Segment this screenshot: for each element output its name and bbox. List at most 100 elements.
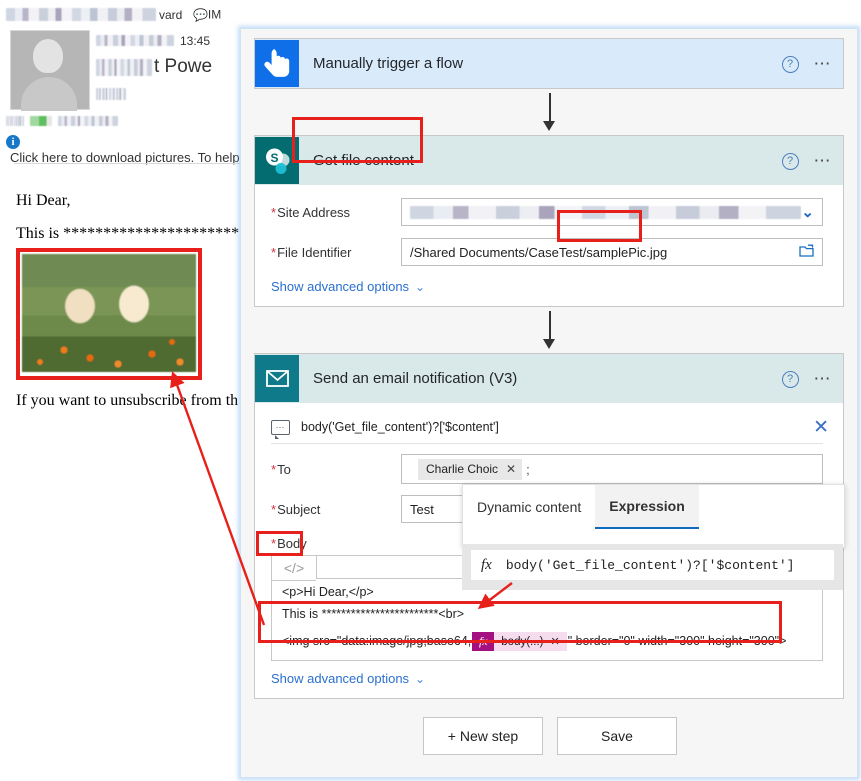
send-email-help-button[interactable]: ? — [777, 370, 803, 388]
advanced-options-label: Show advanced options — [271, 279, 410, 294]
to-separator: ; — [526, 461, 530, 477]
email-tag-row — [6, 112, 118, 127]
info-icon: i — [6, 134, 20, 149]
tab-expression[interactable]: Expression — [595, 485, 699, 529]
expression-token-body[interactable]: body(...) ✕ — [494, 632, 567, 651]
chevron-down-icon: ⌄ — [415, 280, 426, 294]
email-toolbar: vard 💬IM — [6, 6, 236, 26]
ellipsis-icon: ⋯ — [813, 53, 833, 73]
sender-row: 13:45 — [96, 32, 210, 48]
email-subject: t Powe — [96, 56, 212, 78]
get-file-advanced-options-link[interactable]: Show advanced options ⌄ — [255, 269, 843, 306]
tooltip-icon: ⋯ — [271, 419, 290, 439]
redacted-toolbar-text — [6, 8, 156, 22]
email-timestamp: 13:45 — [180, 33, 211, 48]
close-icon[interactable]: ✕ — [813, 416, 829, 439]
get-file-content-more-button[interactable]: ⋯ — [803, 152, 843, 169]
subject-label-text: Subject — [277, 501, 321, 517]
redacted-tag-3 — [58, 115, 118, 126]
question-mark-icon: ? — [781, 55, 799, 73]
download-pictures-infobar[interactable]: iClick here to download pictures. To hel… — [6, 133, 240, 165]
required-marker: * — [271, 501, 277, 517]
recipient-row — [96, 85, 126, 100]
redacted-site-address-value — [410, 205, 802, 219]
touch-hand-icon — [255, 40, 299, 87]
email-unsubscribe-text: If you want to unsubscribe from th — [16, 392, 239, 409]
get-file-content-header[interactable]: S Get file content ? ⋯ — [255, 136, 843, 185]
sharepoint-icon-wrap: S — [255, 137, 299, 184]
body-image-suffix: " border="0" width="300" height="300"> — [567, 633, 787, 648]
get-file-content-help-button[interactable]: ? — [777, 152, 803, 170]
expression-flyout-tabs: Dynamic content Expression — [463, 485, 844, 529]
expression-input-value: body('Get_file_content')?['$content'] — [505, 557, 795, 573]
body-html-editor[interactable]: <p>Hi Dear,</p> This is ****************… — [271, 581, 823, 661]
sharepoint-icon: S — [255, 137, 299, 184]
body-image-line: <img src="data:image/jpg;base64, fx body(.… — [272, 625, 822, 660]
site-address-label-text: Site Address — [277, 204, 351, 220]
body-label-text: Body — [277, 536, 307, 551]
send-email-advanced-options-link[interactable]: Show advanced options ⌄ — [255, 661, 843, 698]
save-button[interactable]: Save — [557, 717, 677, 755]
chat-icon[interactable]: 💬 — [193, 8, 208, 22]
envelope-icon-wrap — [255, 355, 299, 402]
email-subject-text: t Powe — [154, 56, 213, 77]
required-marker: * — [271, 244, 277, 260]
redacted-subject-part — [96, 58, 152, 76]
email-body-stars: ************************ — [63, 225, 240, 242]
forward-button-label[interactable]: vard — [159, 8, 182, 22]
recipient-chip-label: Charlie Choic — [426, 461, 499, 476]
redacted-sender-name — [96, 35, 174, 47]
redacted-tag-2 — [30, 115, 52, 126]
send-email-header[interactable]: Send an email notification (V3) ? ⋯ — [255, 354, 843, 403]
body-image-prefix: <img src="data:image/jpg;base64, — [282, 633, 472, 648]
email-greeting: Hi Dear, — [16, 192, 71, 209]
flow-action-buttons: + New step Save — [241, 717, 857, 755]
trigger-title: Manually trigger a flow — [313, 55, 464, 72]
question-mark-icon: ? — [781, 152, 799, 170]
trigger-card-header[interactable]: Manually trigger a flow ? ⋯ — [255, 39, 843, 88]
expression-flyout[interactable]: Dynamic content Expression — [462, 484, 845, 548]
connector-arrow — [543, 339, 555, 349]
required-marker: * — [271, 536, 277, 551]
trigger-help-button[interactable]: ? — [777, 55, 803, 73]
expression-input[interactable]: fx body('Get_file_content')?['$content'] — [471, 550, 834, 580]
trigger-card[interactable]: Manually trigger a flow ? ⋯ — [254, 38, 844, 89]
to-label-text: To — [277, 461, 291, 477]
required-marker: * — [271, 461, 277, 477]
email-embedded-image — [16, 248, 202, 380]
flow-designer-window: Manually trigger a flow ? ⋯ S Get file c… — [240, 28, 858, 778]
chevron-down-icon: ⌄ — [415, 672, 426, 686]
site-address-input[interactable]: ⌄ — [401, 198, 823, 226]
file-identifier-input[interactable]: /Shared Documents/CaseTest/samplePic.jpg — [401, 238, 823, 266]
redacted-tag-1 — [6, 115, 24, 126]
redacted-recipient — [96, 87, 126, 100]
send-email-more-button[interactable]: ⋯ — [803, 370, 843, 387]
chevron-down-icon[interactable]: ⌄ — [801, 203, 814, 221]
email-body-line: This is ************************ — [16, 225, 240, 243]
close-icon[interactable]: ✕ — [506, 462, 516, 476]
fx-icon: fx — [472, 632, 495, 651]
trigger-more-button[interactable]: ⋯ — [803, 55, 843, 72]
expression-token[interactable]: fx body(...) ✕ — [472, 632, 567, 651]
trigger-icon-wrap — [255, 40, 299, 87]
file-identifier-label: *File Identifier — [271, 245, 401, 260]
site-address-row: *Site Address ⌄ — [255, 195, 843, 229]
new-step-button[interactable]: + New step — [423, 717, 543, 755]
file-identifier-label-text: File Identifier — [277, 244, 352, 260]
close-icon[interactable]: ✕ — [550, 635, 559, 648]
recipient-chip[interactable]: Charlie Choic ✕ — [418, 458, 523, 480]
get-file-content-card[interactable]: S Get file content ? ⋯ *Site Address ⌄ *… — [254, 135, 844, 307]
code-view-button[interactable]: </> — [271, 555, 316, 581]
divider — [14, 163, 240, 164]
subject-label: *Subject — [271, 502, 401, 517]
to-input[interactable]: Charlie Choic ✕ ; — [401, 454, 823, 484]
puppies-photo — [22, 254, 196, 372]
expression-input-area: fx body('Get_file_content')?['$content'] — [462, 544, 843, 590]
to-label: *To — [271, 462, 401, 477]
folder-icon[interactable] — [799, 244, 814, 261]
expression-preview-text: body('Get_file_content')?['$content'] — [301, 420, 499, 434]
question-mark-icon: ? — [781, 370, 799, 388]
im-button-label[interactable]: IM — [208, 8, 221, 22]
ellipsis-icon: ⋯ — [813, 150, 833, 170]
tab-dynamic-content[interactable]: Dynamic content — [463, 485, 595, 529]
